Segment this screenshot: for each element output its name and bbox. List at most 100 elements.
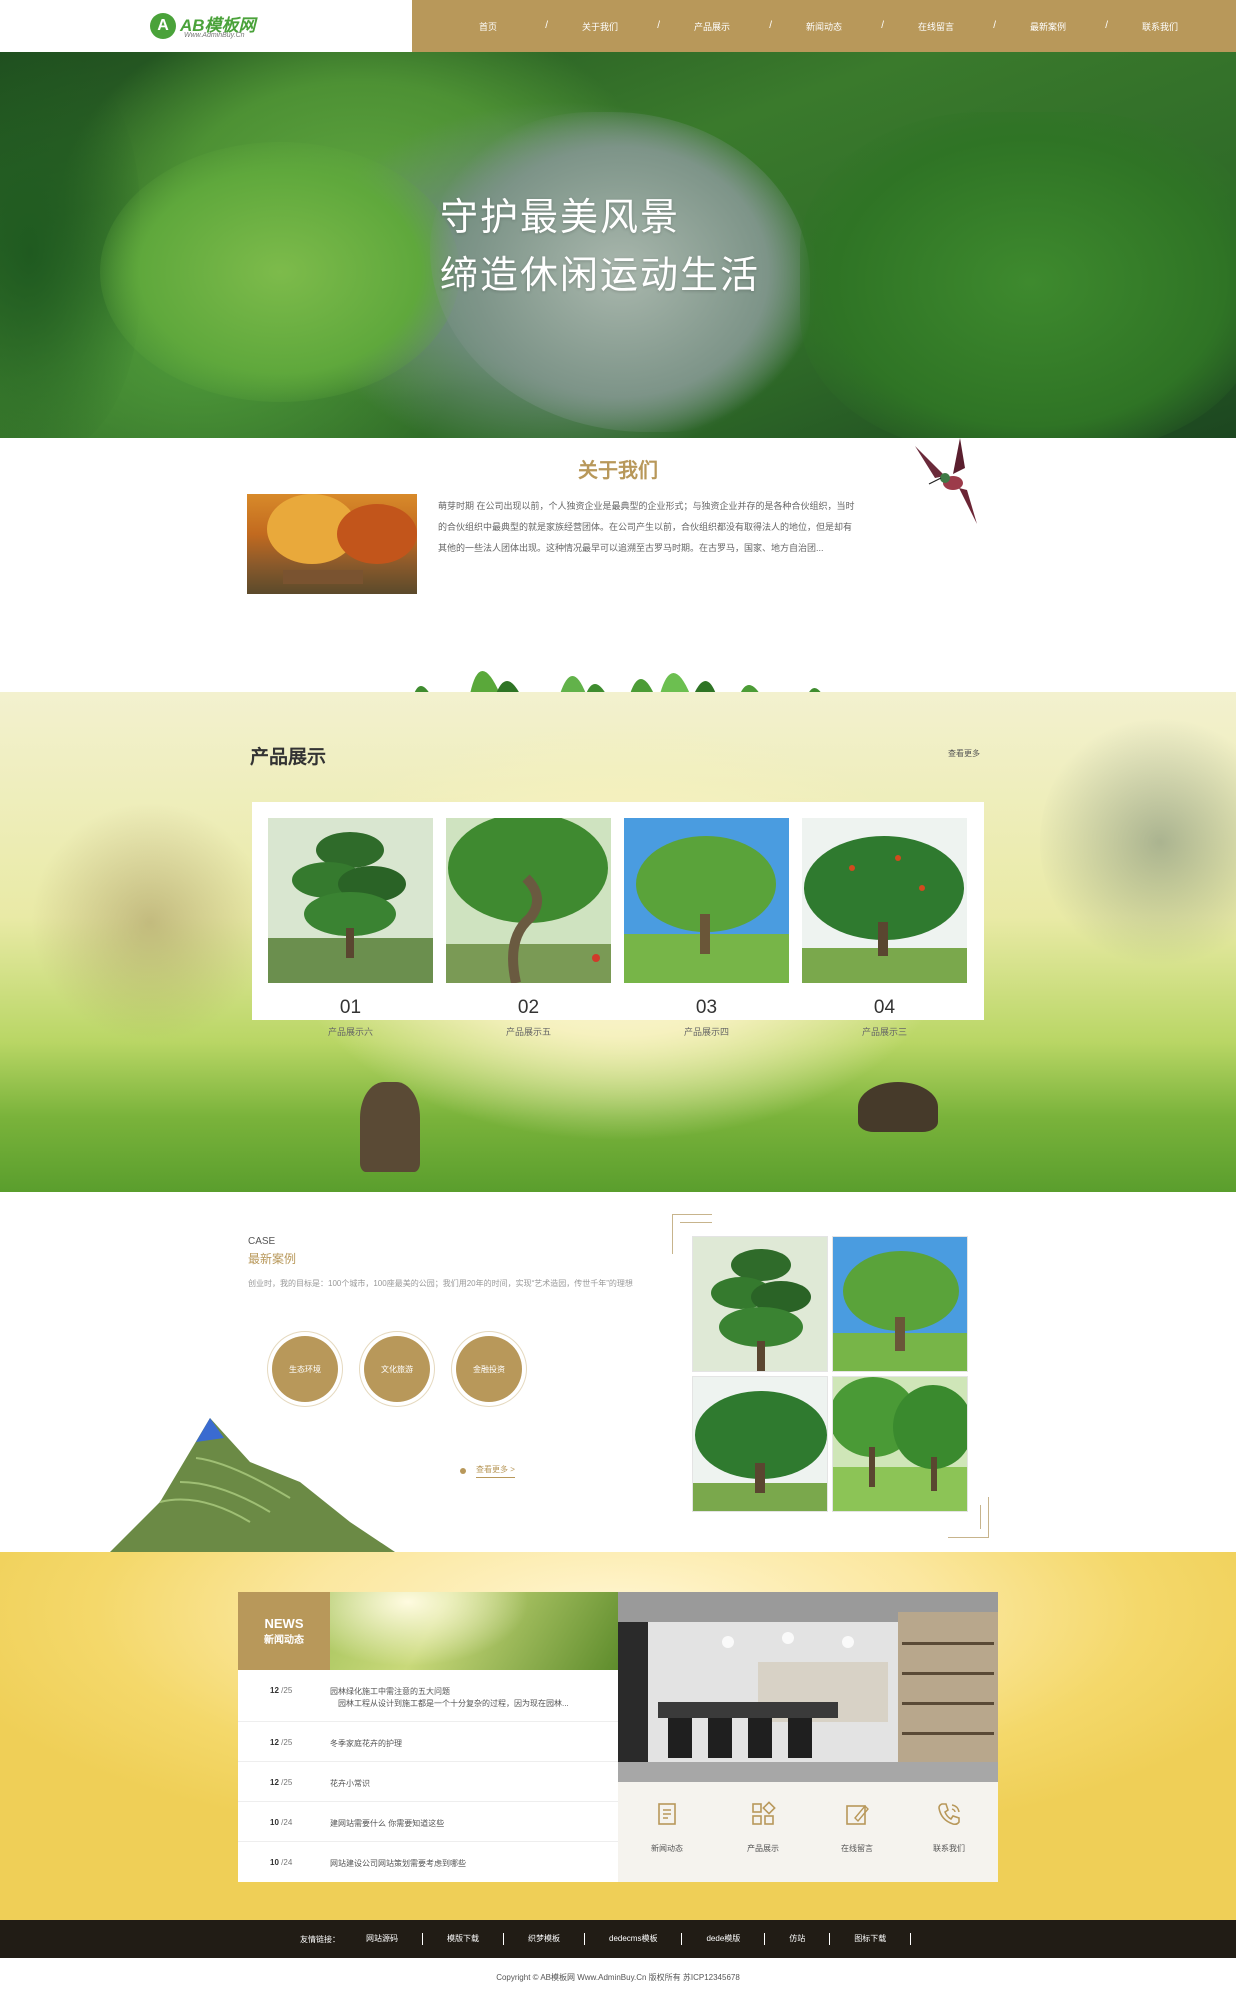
news-item[interactable]: 12 /25 花卉小常识 xyxy=(238,1762,618,1802)
hero-banner[interactable]: 守护最美风景 缔造休闲运动生活 xyxy=(0,52,1236,438)
nav-home[interactable]: 首页 / xyxy=(432,20,548,33)
news-item[interactable]: 10 /24 建网站需要什么 你需要知道这些 xyxy=(238,1802,618,1842)
news-panel: NEWS 新闻动态 12 /25 园林绿化施工中需注意的五大问题 园林工程从设计… xyxy=(238,1592,618,1882)
nav-about[interactable]: 关于我们 / xyxy=(544,20,660,33)
news-day: 10 xyxy=(270,1858,279,1867)
quick-links: 新闻动态 产品展示 在线留言 联系我们 xyxy=(618,1782,998,1882)
logo-mark: A xyxy=(150,13,176,39)
news-date: 12 /25 xyxy=(270,1686,292,1695)
news-title: 花卉小常识 xyxy=(330,1779,370,1788)
about-section: 关于我们 萌芽时期 在公司出现以前，个人独资企业是最典型的企业形式；与独资企业并… xyxy=(0,438,1236,694)
nav-cases[interactable]: 最新案例 / xyxy=(992,20,1108,33)
friend-link[interactable]: 仿站 xyxy=(765,1933,831,1945)
leaves-decoration-icon xyxy=(414,671,822,694)
bonsai-tree-icon xyxy=(693,1237,827,1371)
nav-contact[interactable]: 联系我们 xyxy=(1104,20,1216,33)
case-image[interactable] xyxy=(832,1236,968,1372)
news-badge: NEWS 新闻动态 xyxy=(238,1592,330,1670)
nav-label: 最新案例 xyxy=(1029,21,1066,32)
quick-link-news[interactable]: 新闻动态 xyxy=(632,1800,702,1854)
copyright: Copyright © AB模板网 Www.AdminBuy.Cn 版权所有 苏… xyxy=(0,1958,1236,1997)
cases-gallery xyxy=(690,1236,970,1516)
hummingbird-icon xyxy=(915,438,977,524)
product-card[interactable]: 01 产品展示六 xyxy=(268,818,433,1038)
office-image xyxy=(618,1592,998,1782)
news-day: 12 xyxy=(270,1738,279,1747)
nav-message[interactable]: 在线留言 / xyxy=(880,20,996,33)
news-date: 12 /25 xyxy=(270,1738,292,1747)
news-title: 建网站需要什么 你需要知道这些 xyxy=(330,1819,445,1828)
friend-link[interactable]: 网站源码 xyxy=(366,1933,423,1945)
friend-link[interactable]: dedecms模板 xyxy=(585,1933,683,1945)
dot-icon xyxy=(460,1468,466,1474)
case-category-finance[interactable]: 金融投资 xyxy=(456,1336,522,1402)
logo-subtitle: Www.AdminBuy.Cn xyxy=(184,32,245,39)
edit-icon xyxy=(846,1804,869,1825)
hero-fairway xyxy=(100,142,460,402)
product-label: 产品展示三 xyxy=(861,1027,907,1037)
quick-link-message[interactable]: 在线留言 xyxy=(822,1800,892,1854)
cases-title: 最新案例 xyxy=(248,1252,297,1266)
nav-label: 新闻动态 xyxy=(805,21,842,32)
news-item[interactable]: 12 /25 冬季家庭花卉的护理 xyxy=(238,1722,618,1762)
news-item[interactable]: 12 /25 园林绿化施工中需注意的五大问题 园林工程从设计到施工都是一个十分复… xyxy=(238,1670,618,1722)
news-date: 10 /24 xyxy=(270,1858,292,1867)
phone-icon xyxy=(938,1803,960,1826)
news-title: 冬季家庭花卉的护理 xyxy=(330,1739,402,1748)
background-blur xyxy=(30,802,270,1042)
nav-products[interactable]: 产品展示 / xyxy=(656,20,772,33)
case-image[interactable] xyxy=(832,1376,968,1512)
case-image[interactable] xyxy=(692,1376,828,1512)
friend-links: 友情链接： 网站源码 模版下载 织梦模板 dedecms模板 dede模版 仿站… xyxy=(300,1920,912,1958)
news-section: NEWS 新闻动态 12 /25 园林绿化施工中需注意的五大问题 园林工程从设计… xyxy=(0,1552,1236,1920)
news-badge-cn: 新闻动态 xyxy=(264,1635,304,1646)
document-icon xyxy=(658,1803,676,1825)
quick-link-label: 联系我们 xyxy=(933,1844,965,1853)
friend-link[interactable]: 织梦模板 xyxy=(504,1933,585,1945)
frame-line xyxy=(672,1214,712,1215)
friend-link[interactable]: dede模版 xyxy=(682,1933,766,1945)
twisted-tree-icon xyxy=(446,818,611,983)
frame-line xyxy=(672,1214,673,1254)
hero-trees-right xyxy=(800,112,1236,438)
bonsai-tree-icon xyxy=(268,818,433,983)
forest-path-icon xyxy=(833,1377,967,1511)
quick-link-contact[interactable]: 联系我们 xyxy=(914,1800,984,1854)
cases-more-link[interactable]: 查看更多 > xyxy=(476,1464,515,1478)
product-card[interactable]: 03 产品展示四 xyxy=(624,818,789,1038)
friend-link[interactable]: 图标下载 xyxy=(830,1933,912,1945)
news-title: 网站建设公司网站策划需要考虑到哪些 xyxy=(330,1859,466,1868)
product-card[interactable]: 04 产品展示三 xyxy=(802,818,967,1038)
about-image xyxy=(247,494,417,594)
products-more-link[interactable]: 查看更多 xyxy=(948,748,980,759)
quick-link-label: 在线留言 xyxy=(841,1844,873,1853)
background-blur xyxy=(1040,712,1236,972)
nav-label: 首页 xyxy=(478,21,497,32)
products-panel: 01 产品展示六 02 产品展示五 03 产品展示四 04 产品展示三 xyxy=(252,802,984,1037)
logo[interactable]: A AB模板网 Www.AdminBuy.Cn xyxy=(0,0,412,52)
news-item[interactable]: 10 /24 网站建设公司网站策划需要考虑到哪些 xyxy=(238,1842,618,1882)
case-image[interactable] xyxy=(692,1236,828,1372)
cases-description: 创业时，我的目标是：100个城市，100座最美的公园；我们用20年的时间，实现“… xyxy=(248,1279,633,1288)
flame-tree-icon xyxy=(693,1377,827,1511)
nav-label: 产品展示 xyxy=(693,21,730,32)
news-month: /24 xyxy=(281,1858,293,1867)
friend-link[interactable]: 模版下载 xyxy=(423,1933,504,1945)
case-category-culture[interactable]: 文化旅游 xyxy=(364,1336,430,1402)
nav-news[interactable]: 新闻动态 / xyxy=(768,20,884,33)
frame-line xyxy=(948,1537,988,1538)
news-summary: 园林工程从设计到施工都是一个十分复杂的过程，因为现在园林... xyxy=(338,1699,569,1708)
quick-link-products[interactable]: 产品展示 xyxy=(728,1800,798,1854)
flame-tree-icon xyxy=(802,818,967,983)
office-interior-icon xyxy=(618,1592,998,1782)
quick-link-label: 产品展示 xyxy=(747,1844,779,1853)
about-image-bench xyxy=(283,570,363,584)
product-card[interactable]: 02 产品展示五 xyxy=(446,818,611,1038)
news-header: NEWS 新闻动态 xyxy=(238,1592,618,1670)
case-category-eco[interactable]: 生态环境 xyxy=(272,1336,338,1402)
news-title: 园林绿化施工中需注意的五大问题 xyxy=(330,1687,450,1696)
product-number: 01 xyxy=(339,997,362,1018)
about-image-tree xyxy=(337,504,417,564)
park-tree-icon xyxy=(624,818,789,983)
product-image xyxy=(268,818,433,983)
